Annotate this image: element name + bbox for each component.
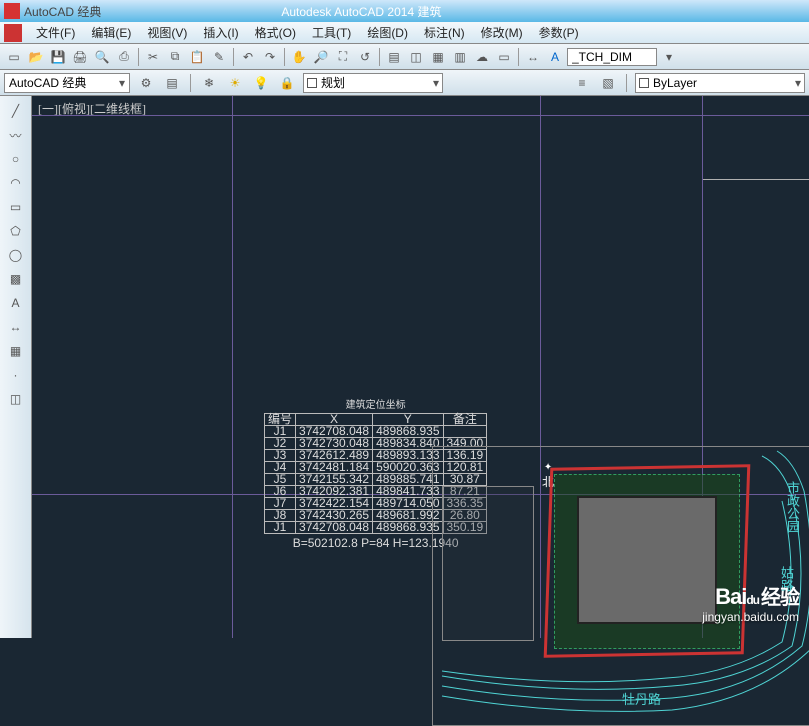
markup-icon[interactable]: ☁ <box>472 47 492 67</box>
layer-state-icon[interactable]: ≡ <box>572 73 592 93</box>
toolbar-separator <box>284 48 285 66</box>
region-icon[interactable]: ◫ <box>5 388 27 410</box>
rect-icon[interactable]: ▭ <box>5 196 27 218</box>
app-icon[interactable] <box>4 24 22 42</box>
text-style-icon[interactable]: A <box>545 47 565 67</box>
match-icon[interactable]: ✎ <box>209 47 229 67</box>
chevron-down-icon[interactable]: ▾ <box>659 47 679 67</box>
menu-insert[interactable]: 插入(I) <box>195 22 246 43</box>
autocad-app-icon <box>4 3 20 19</box>
watermark-brand: Baidu经验 <box>702 581 799 610</box>
layer-swatch <box>639 78 649 88</box>
gear-icon[interactable]: ⚙ <box>136 73 156 93</box>
toolbar-separator <box>233 48 234 66</box>
zoom-prev-icon[interactable]: ↺ <box>355 47 375 67</box>
dim-icon[interactable]: ↔ <box>523 47 543 67</box>
drawing-canvas[interactable]: [一][俯视][二维线框] 建筑定位坐标 编号 X Y 备注 J13742708… <box>32 96 809 638</box>
ellipse-icon[interactable]: ◯ <box>5 244 27 266</box>
zoom-window-icon[interactable]: ⛶ <box>333 47 353 67</box>
menu-file[interactable]: 文件(F) <box>28 22 83 43</box>
chevron-down-icon[interactable]: ▾ <box>795 76 801 90</box>
reference-viewport <box>702 110 809 180</box>
toolbar-separator <box>518 48 519 66</box>
new-icon[interactable]: ▭ <box>4 47 24 67</box>
chevron-down-icon[interactable]: ▾ <box>433 76 439 90</box>
sheetset-icon[interactable]: ▥ <box>450 47 470 67</box>
lock-icon[interactable]: 🔒 <box>277 73 297 93</box>
publish-icon[interactable]: ⎙ <box>114 47 134 67</box>
menu-modify[interactable]: 修改(M) <box>473 22 531 43</box>
road-label-east: 市政公园 <box>783 481 802 533</box>
menu-bar: 文件(F) 编辑(E) 视图(V) 插入(I) 格式(O) 工具(T) 绘图(D… <box>0 22 809 44</box>
title-doc: AutoCAD 经典 <box>24 3 101 20</box>
preview-icon[interactable]: 🔍 <box>92 47 112 67</box>
sun-icon[interactable]: ☀ <box>225 73 245 93</box>
bylayer-combo[interactable]: ByLayer ▾ <box>635 73 805 93</box>
workspace-toolbar: ▾ ⚙ ▤ ❄ ☀ 💡 🔒 规划 ▾ ≡ ▧ ByLayer ▾ <box>0 70 809 96</box>
layer-iso-icon[interactable]: ▧ <box>598 73 618 93</box>
pan-icon[interactable]: ✋ <box>289 47 309 67</box>
col-note: 备注 <box>443 414 487 426</box>
road-label-south: 牡丹路 <box>622 689 661 708</box>
layer-swatch <box>307 78 317 88</box>
guide-line <box>232 96 233 638</box>
print-icon[interactable]: 🖨 <box>70 47 90 67</box>
guide-line <box>32 115 809 116</box>
line-icon[interactable]: ╱ <box>5 100 27 122</box>
menu-param[interactable]: 参数(P) <box>531 22 587 43</box>
dimension-icon[interactable]: ↔ <box>5 316 27 338</box>
table-icon[interactable]: ▦ <box>5 340 27 362</box>
watermark-url: jingyan.baidu.com <box>702 610 799 624</box>
draw-toolbar: ╱ 〰 ○ ◠ ▭ ⬠ ◯ ▩ A ↔ ▦ · ◫ <box>0 96 32 638</box>
layer-current: 规划 <box>321 74 345 91</box>
workspace-dropdown[interactable]: ▾ <box>4 73 130 93</box>
toolbar-separator <box>379 48 380 66</box>
bylayer-label: ByLayer <box>653 76 697 90</box>
properties-icon[interactable]: ▤ <box>384 47 404 67</box>
point-icon[interactable]: · <box>5 364 27 386</box>
toolbar-separator <box>138 48 139 66</box>
cut-icon[interactable]: ✂ <box>143 47 163 67</box>
save-icon[interactable]: 💾 <box>48 47 68 67</box>
title-bar: AutoCAD 经典 Autodesk AutoCAD 2014 建筑 <box>0 0 809 22</box>
copy-icon[interactable]: ⧉ <box>165 47 185 67</box>
dimstyle-input[interactable] <box>567 48 657 66</box>
menu-dim[interactable]: 标注(N) <box>416 22 473 43</box>
chevron-down-icon[interactable]: ▾ <box>115 76 129 90</box>
ws-settings-icon[interactable]: ▤ <box>162 73 182 93</box>
menu-edit[interactable]: 编辑(E) <box>83 22 139 43</box>
polyline-icon[interactable]: 〰 <box>5 124 27 146</box>
building-footprint <box>577 496 717 624</box>
open-icon[interactable]: 📂 <box>26 47 46 67</box>
circle-icon[interactable]: ○ <box>5 148 27 170</box>
watermark: Baidu经验 jingyan.baidu.com <box>702 581 799 624</box>
arc-icon[interactable]: ◠ <box>5 172 27 194</box>
menu-tools[interactable]: 工具(T) <box>304 22 359 43</box>
toolbar-separator <box>626 74 627 92</box>
menu-draw[interactable]: 绘图(D) <box>359 22 416 43</box>
toolpalette-icon[interactable]: ▦ <box>428 47 448 67</box>
table-title: 建筑定位坐标 <box>264 396 487 411</box>
zoom-icon[interactable]: 🔎 <box>311 47 331 67</box>
layer-combo[interactable]: 规划 ▾ <box>303 73 443 93</box>
workspace-input[interactable] <box>5 76 115 90</box>
calc-icon[interactable]: ▭ <box>494 47 514 67</box>
hatch-icon[interactable]: ▩ <box>5 268 27 290</box>
standard-toolbar: ▭ 📂 💾 🖨 🔍 ⎙ ✂ ⧉ 📋 ✎ ↶ ↷ ✋ 🔎 ⛶ ↺ ▤ ◫ ▦ ▥ … <box>0 44 809 70</box>
title-app: Autodesk AutoCAD 2014 建筑 <box>281 3 441 20</box>
menu-format[interactable]: 格式(O) <box>247 22 304 43</box>
redo-icon[interactable]: ↷ <box>260 47 280 67</box>
layer-prop-icon[interactable]: ❄ <box>199 73 219 93</box>
designcenter-icon[interactable]: ◫ <box>406 47 426 67</box>
undo-icon[interactable]: ↶ <box>238 47 258 67</box>
text-icon[interactable]: A <box>5 292 27 314</box>
menu-view[interactable]: 视图(V) <box>139 22 195 43</box>
bulb-icon[interactable]: 💡 <box>251 73 271 93</box>
polygon-icon[interactable]: ⬠ <box>5 220 27 242</box>
toolbar-separator <box>190 74 191 92</box>
paste-icon[interactable]: 📋 <box>187 47 207 67</box>
